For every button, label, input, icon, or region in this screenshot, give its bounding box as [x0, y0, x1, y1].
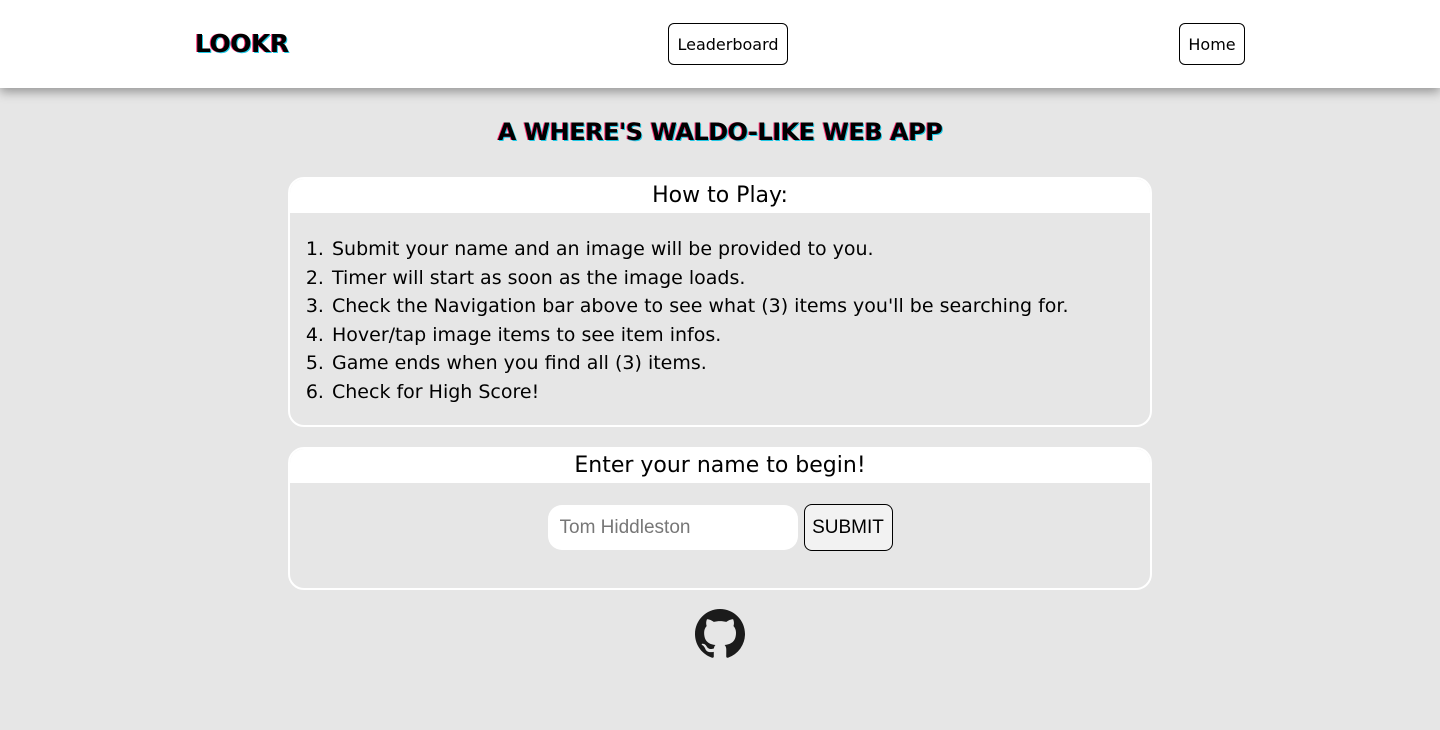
instruction-step: Hover/tap image items to see item infos. [330, 321, 1150, 350]
navbar: LOOKR Leaderboard Home [0, 0, 1440, 88]
instruction-step: Timer will start as soon as the image lo… [330, 264, 1150, 293]
name-input[interactable] [547, 505, 798, 550]
leaderboard-button[interactable]: Leaderboard [668, 23, 788, 65]
start-form-card: Enter your name to begin! SUBMIT [288, 447, 1152, 590]
instruction-step: Check the Navigation bar above to see wh… [330, 292, 1150, 321]
submit-button[interactable]: SUBMIT [803, 504, 893, 551]
instruction-step: Game ends when you find all (3) items. [330, 349, 1150, 378]
instruction-step: Check for High Score! [330, 378, 1150, 407]
github-icon[interactable] [695, 609, 745, 659]
page-title: A WHERE'S WALDO-LIKE WEB APP [497, 118, 943, 146]
how-to-play-card: How to Play: Submit your name and an ima… [288, 177, 1152, 427]
start-form-title: Enter your name to begin! [290, 449, 1150, 483]
instruction-step: Submit your name and an image will be pr… [330, 235, 1150, 264]
how-to-play-title: How to Play: [290, 179, 1150, 213]
logo[interactable]: LOOKR [195, 28, 289, 60]
github-icon-svg [695, 609, 745, 658]
instructions-list: Submit your name and an image will be pr… [290, 213, 1150, 406]
home-button[interactable]: Home [1179, 23, 1245, 65]
name-form: SUBMIT [290, 504, 1150, 551]
